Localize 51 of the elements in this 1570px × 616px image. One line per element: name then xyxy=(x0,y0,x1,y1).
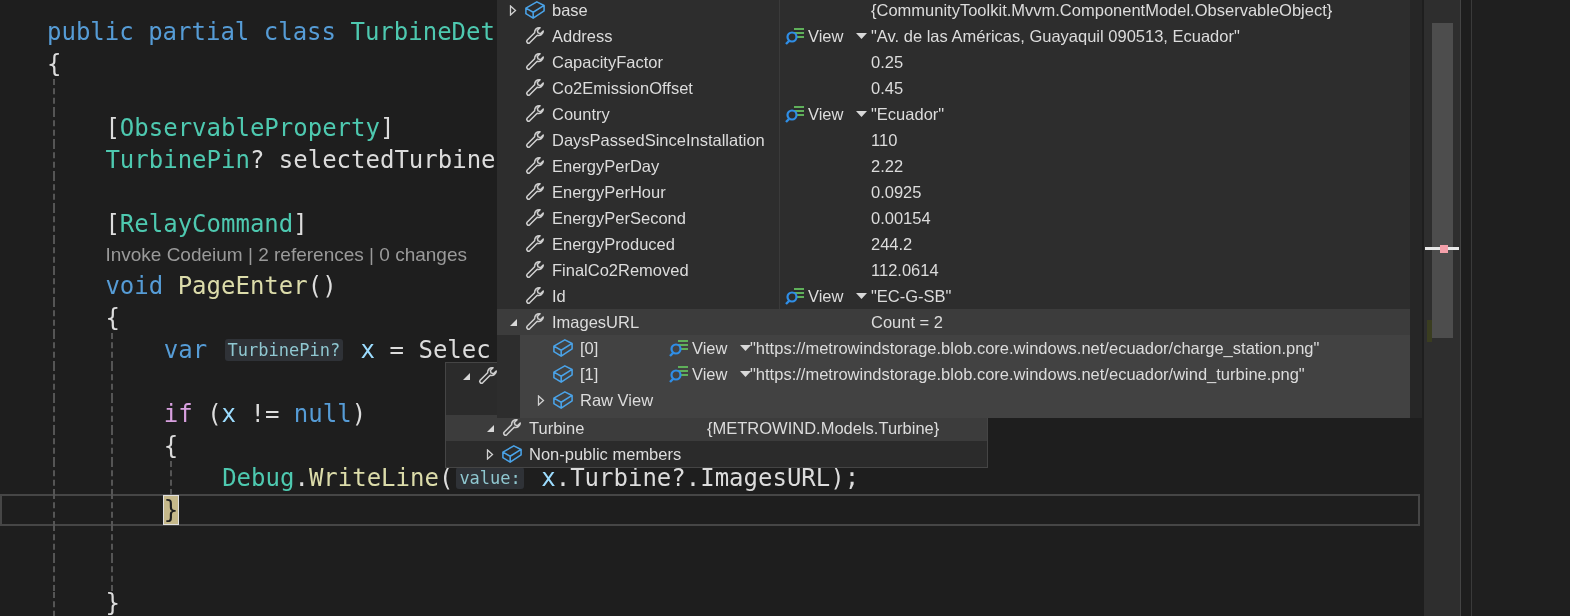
code-text: [ObservableProperty] xyxy=(105,114,395,142)
property-name: DaysPassedSinceInstallation xyxy=(552,130,765,150)
property-value: 244.2 xyxy=(871,234,913,254)
property-value: "https://metrowindstorage.blob.core.windows.net/ecuador/charge_station.png" xyxy=(750,338,1320,358)
property-name: [0] xyxy=(580,338,599,358)
property-value: "EC-G-SB" xyxy=(871,286,952,306)
property-name: Co2EmissionOffset xyxy=(552,78,693,98)
property-name: [1] xyxy=(580,364,599,384)
property-value: 0.25 xyxy=(871,52,904,72)
property-value: 0.0925 xyxy=(871,182,922,202)
property-name: EnergyPerSecond xyxy=(552,208,686,228)
property-name: EnergyPerDay xyxy=(552,156,660,176)
property-value: 0.00154 xyxy=(871,208,931,228)
code-text: { xyxy=(163,432,179,460)
property-name: Address xyxy=(552,26,613,46)
property-value: 110 xyxy=(871,130,898,150)
property-value: Count = 2 xyxy=(871,312,943,332)
property-name: Non-public members xyxy=(529,444,682,464)
property-name: FinalCo2Removed xyxy=(552,260,689,280)
property-value: "Av. de las Américas, Guayaquil 090513, Ecuador" xyxy=(871,26,1240,46)
property-name: EnergyPerHour xyxy=(552,182,666,202)
property-name: CapacityFactor xyxy=(552,52,663,72)
code-text: x.Turbine?.ImagesURL); xyxy=(540,464,860,492)
code-text: [RelayCommand] xyxy=(105,210,308,238)
code-text: TurbinePin? selectedTurbine xyxy=(105,146,496,174)
code-text: { xyxy=(105,304,120,332)
property-name: Id xyxy=(552,286,566,306)
property-name: base xyxy=(552,0,588,20)
property-name: ImagesURL xyxy=(552,312,640,332)
code-text: } xyxy=(163,496,179,524)
code-text: if (x != null) xyxy=(163,400,367,428)
code-text: public partial class TurbineDet xyxy=(47,18,495,46)
property-name: Turbine xyxy=(529,418,585,438)
code-text: { xyxy=(47,50,62,78)
code-text: } xyxy=(105,592,120,614)
property-name: EnergyProduced xyxy=(552,234,675,254)
property-value: 112.0614 xyxy=(871,260,939,280)
property-value: 2.22 xyxy=(871,156,904,176)
inlay-hint: TurbinePin? xyxy=(224,339,344,361)
code-text: var xyxy=(163,336,209,364)
code-text: Debug.WriteLine( xyxy=(222,464,454,492)
property-name: Country xyxy=(552,104,610,124)
property-value: {CommunityToolkit.Mvvm.ComponentModel.ObservableObject} xyxy=(871,0,1333,20)
property-value: "https://metrowindstorage.blob.core.windows.net/ecuador/wind_turbine.png" xyxy=(750,364,1305,384)
code-text: x = Selec xyxy=(359,336,491,364)
inlay-hint: value: xyxy=(456,467,524,489)
code-text: void PageEnter() xyxy=(105,272,337,300)
property-value: {METROWIND.Models.Turbine} xyxy=(707,418,940,438)
property-name: Raw View xyxy=(580,390,654,410)
property-value: 0.45 xyxy=(871,78,904,98)
property-value: "Ecuador" xyxy=(871,104,945,124)
